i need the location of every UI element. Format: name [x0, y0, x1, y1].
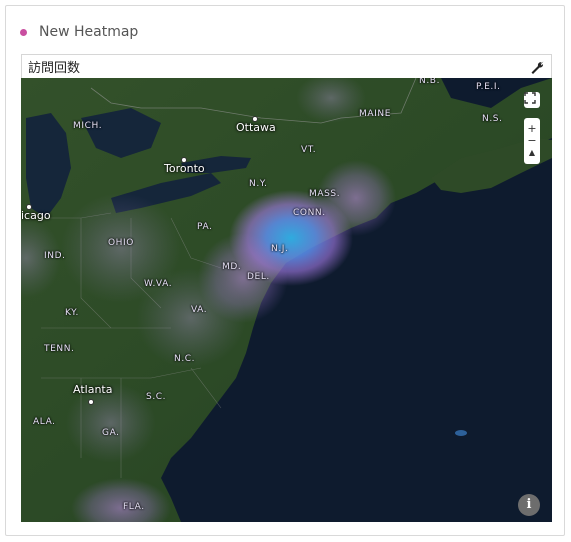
zoom-controls: + − ▲	[524, 118, 540, 164]
label-sc: S.C.	[146, 392, 167, 402]
label-maine: MAINE	[359, 109, 391, 119]
compass-button[interactable]: ▲	[529, 147, 535, 159]
heatmap-widget: New Heatmap 訪問回数 N.B. P.E.I. N.S. MAINE …	[5, 5, 565, 536]
widget-header: New Heatmap	[20, 22, 138, 42]
city-toronto: Toronto	[164, 162, 205, 175]
info-icon[interactable]: i	[518, 494, 540, 516]
map-canvas	[21, 78, 552, 522]
label-pei: P.E.I.	[476, 82, 501, 92]
label-ind: IND.	[44, 251, 66, 261]
label-pa: PA.	[197, 222, 213, 232]
label-va: VA.	[191, 305, 208, 315]
label-nb: N.B.	[419, 78, 441, 86]
label-tenn: TENN.	[44, 344, 75, 354]
label-ny: N.Y.	[249, 179, 268, 189]
label-conn: CONN.	[293, 208, 326, 218]
wrench-icon[interactable]	[530, 59, 546, 75]
city-ottawa: Ottawa	[236, 121, 276, 134]
fullscreen-button[interactable]	[524, 92, 540, 108]
city-dot-atlanta	[88, 399, 94, 405]
metric-toolbar: 訪問回数	[21, 54, 552, 78]
label-ky: KY.	[65, 308, 79, 318]
heat-spot-bermuda	[455, 430, 467, 436]
heatmap-map[interactable]: N.B. P.E.I. N.S. MAINE MICH. VT. N.Y. MA…	[21, 78, 552, 522]
fullscreen-icon	[524, 92, 536, 104]
widget-color-dot	[20, 28, 27, 36]
label-md: MD.	[222, 262, 242, 272]
city-atlanta: Atlanta	[73, 383, 113, 396]
zoom-out-button[interactable]: −	[527, 135, 536, 147]
widget-title: New Heatmap	[39, 24, 139, 40]
label-ns: N.S.	[482, 114, 503, 124]
label-nc: N.C.	[174, 354, 196, 364]
label-ohio: OHIO	[108, 238, 134, 248]
metric-label: 訪問回数	[28, 61, 81, 76]
label-ga: GA.	[102, 428, 120, 438]
label-fla: FLA.	[123, 502, 145, 512]
label-vt: VT.	[301, 145, 317, 155]
label-mich: MICH.	[73, 121, 103, 131]
city-chicago: icago	[21, 209, 51, 222]
label-wva: W.VA.	[144, 279, 173, 289]
label-ala: ALA.	[33, 417, 56, 427]
label-nj: N.J.	[271, 244, 289, 254]
label-del: DEL.	[247, 272, 270, 282]
label-mass: MASS.	[309, 189, 341, 199]
